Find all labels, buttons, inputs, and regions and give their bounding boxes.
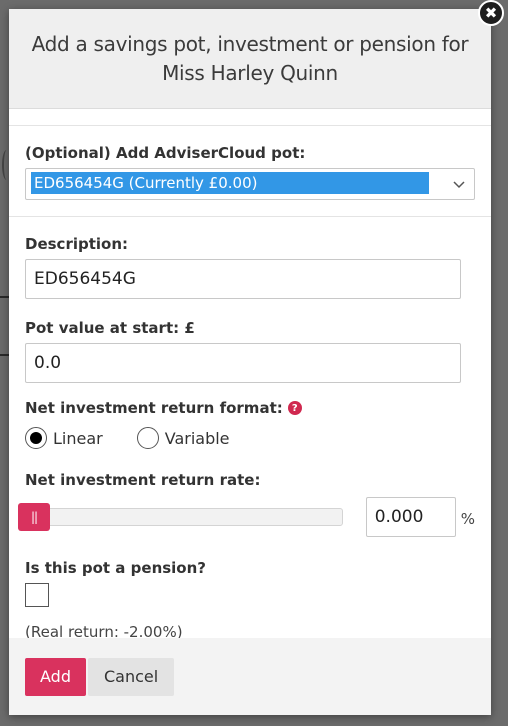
backdrop-fragment [0,296,9,298]
cancel-button[interactable]: Cancel [87,657,175,696]
adviser-pot-section: (Optional) Add AdviserCloud pot: ED65645… [9,126,491,217]
slider-handle[interactable]: || [18,503,50,531]
add-button[interactable]: Add [25,657,86,696]
dialog-title: Add a savings pot, investment or pension… [31,31,469,85]
pot-value-input[interactable] [25,343,461,383]
adviser-pot-label: (Optional) Add AdviserCloud pot: [25,144,306,162]
radio-linear-circle[interactable] [25,427,47,449]
add-pot-dialog: Add a savings pot, investment or pension… [9,9,491,715]
help-icon[interactable]: ? [287,401,302,415]
radio-selected-dot [30,432,42,444]
close-icon[interactable]: ✖ [478,0,504,26]
return-rate-label: Net investment return rate: [25,471,261,489]
radio-linear[interactable]: Linear [25,427,103,449]
return-rate-row: || % [18,497,475,537]
radio-variable-label: Variable [164,428,230,448]
adviser-pot-selected-value: ED656454G (Currently £0.00) [31,172,429,194]
header-divider [9,109,491,126]
radio-variable[interactable]: Variable [136,427,230,449]
pot-details-form: Description: Pot value at start: £ Net i… [9,217,491,641]
pension-label: Is this pot a pension? [25,559,206,577]
description-input[interactable] [25,259,461,299]
description-label: Description: [25,235,129,253]
pot-value-group: Pot value at start: £ [25,319,475,383]
pension-checkbox[interactable] [25,583,49,607]
dialog-header: Add a savings pot, investment or pension… [9,9,491,109]
return-rate-input[interactable] [365,497,456,537]
return-format-options: Linear Variable [25,427,475,449]
chevron-down-icon [453,181,465,189]
return-rate-slider[interactable]: || [18,503,343,531]
pot-value-label: Pot value at start: £ [25,319,195,337]
radio-variable-circle[interactable] [136,427,159,449]
percent-unit: % [460,510,475,528]
adviser-pot-select[interactable]: ED656454G (Currently £0.00) [25,168,475,200]
backdrop-fragment [0,354,9,356]
radio-linear-label: Linear [53,428,103,448]
description-group: Description: [25,235,475,299]
dialog-footer: Add Cancel [9,638,491,715]
return-format-label-text: Net investment return format: [25,399,283,417]
return-format-label: Net investment return format: ? [25,399,475,417]
